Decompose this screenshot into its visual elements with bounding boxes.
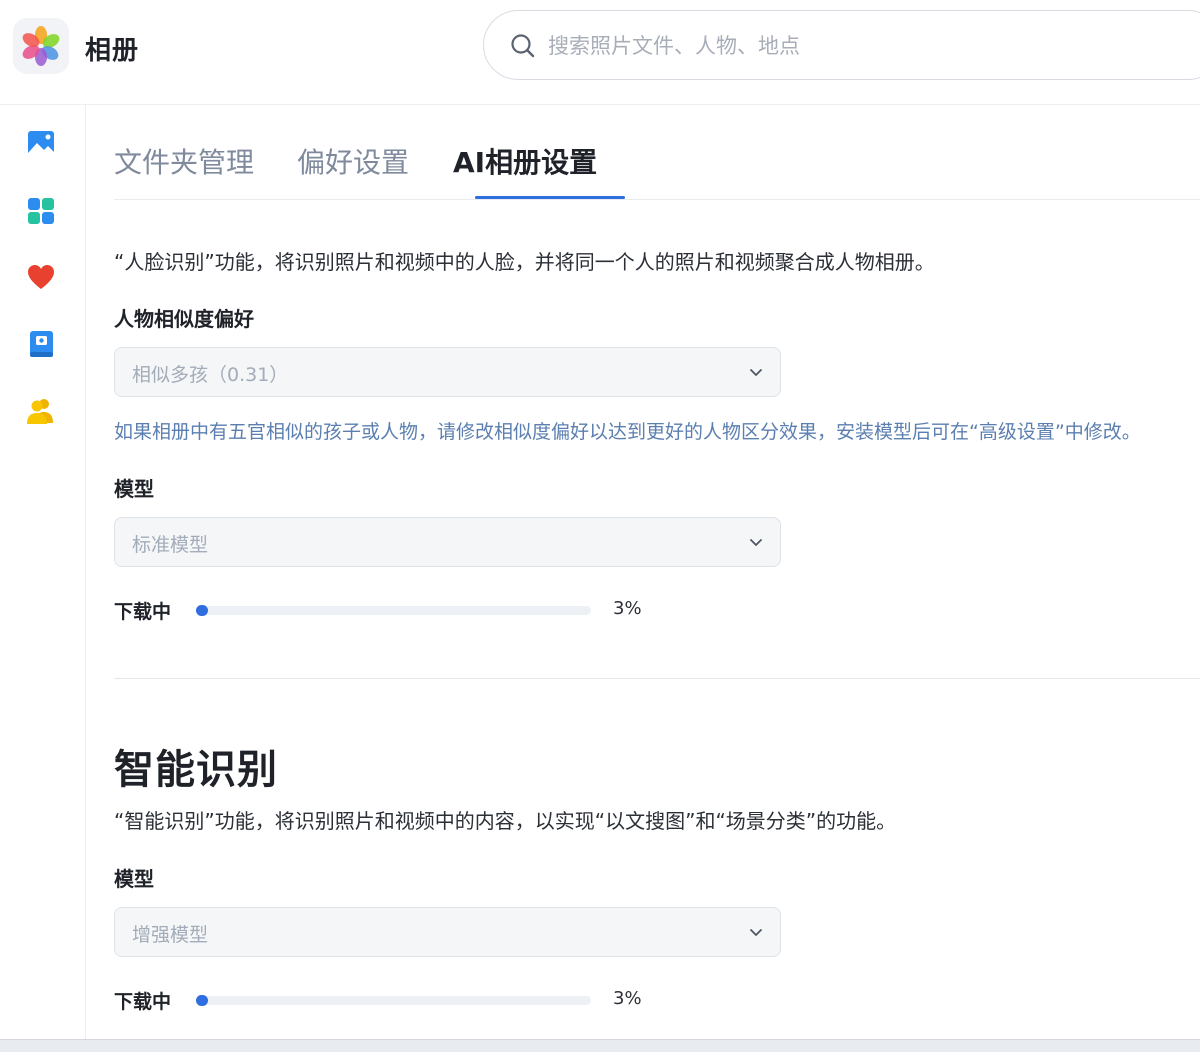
smart-recognition-title: 智能识别 bbox=[114, 747, 278, 793]
sidebar-item-people[interactable] bbox=[24, 394, 58, 428]
sidebar bbox=[0, 105, 86, 1039]
heart-icon bbox=[28, 265, 54, 289]
sidebar-item-albums[interactable] bbox=[24, 194, 58, 228]
download-percent: 3% bbox=[613, 988, 642, 1009]
download-status-label: 下载中 bbox=[114, 601, 172, 623]
tab-folder-management[interactable]: 文件夹管理 bbox=[114, 141, 254, 181]
photo-icon bbox=[28, 131, 54, 157]
search-input[interactable] bbox=[546, 25, 1150, 67]
app-title: 相册 bbox=[85, 36, 140, 66]
flower-logo-icon bbox=[22, 26, 60, 66]
progress-track bbox=[196, 995, 591, 1006]
smart-model-download-progress: 下载中 3% bbox=[114, 985, 674, 1015]
face-model-label: 模型 bbox=[114, 477, 154, 501]
smart-model-select-value: 增强模型 bbox=[132, 924, 209, 946]
smart-model-label: 模型 bbox=[114, 867, 154, 891]
similarity-select-value: 相似多孩（0.31） bbox=[132, 364, 289, 386]
chevron-down-icon bbox=[750, 539, 762, 546]
progress-track bbox=[196, 605, 591, 616]
chevron-down-icon bbox=[750, 369, 762, 376]
active-tab-indicator bbox=[475, 196, 625, 199]
similarity-select[interactable]: 相似多孩（0.31） bbox=[114, 347, 781, 397]
settings-panel: 文件夹管理 偏好设置 AI相册设置 “人脸识别”功能，将识别照片和视频中的人脸，… bbox=[86, 105, 1200, 1039]
sidebar-item-memories[interactable] bbox=[24, 327, 58, 361]
face-recognition-description: “人脸识别”功能，将识别照片和视频中的人脸，并将同一个人的照片和视频聚合成人物相… bbox=[114, 250, 935, 274]
smart-recognition-description: “智能识别”功能，将识别照片和视频中的内容，以实现“以文搜图”和“场景分类”的功… bbox=[114, 809, 897, 833]
tab-bar: 文件夹管理 偏好设置 AI相册设置 bbox=[114, 105, 1200, 200]
face-model-select-value: 标准模型 bbox=[132, 534, 209, 556]
similarity-hint: 如果相册中有五官相似的孩子或人物，请修改相似度偏好以达到更好的人物区分效果，安装… bbox=[114, 421, 1141, 443]
similarity-label: 人物相似度偏好 bbox=[114, 307, 254, 331]
sidebar-item-favorites[interactable] bbox=[24, 260, 58, 294]
download-percent: 3% bbox=[613, 598, 642, 619]
tab-ai-album-settings[interactable]: AI相册设置 bbox=[453, 141, 597, 181]
download-status-label: 下载中 bbox=[114, 991, 172, 1013]
search-bar[interactable] bbox=[483, 10, 1200, 80]
sidebar-item-photos[interactable] bbox=[24, 127, 58, 161]
smart-model-select[interactable]: 增强模型 bbox=[114, 907, 781, 957]
people-icon bbox=[27, 399, 53, 424]
tab-preferences[interactable]: 偏好设置 bbox=[297, 141, 409, 181]
book-icon bbox=[30, 331, 53, 357]
app-logo bbox=[13, 18, 69, 74]
section-divider bbox=[114, 678, 1200, 679]
chevron-down-icon bbox=[750, 929, 762, 936]
app-header: 相册 bbox=[0, 0, 1200, 105]
grid-icon bbox=[28, 198, 54, 224]
search-icon bbox=[511, 34, 535, 58]
window-bottom-edge bbox=[0, 1039, 1200, 1052]
face-model-select[interactable]: 标准模型 bbox=[114, 517, 781, 567]
progress-fill bbox=[196, 605, 208, 616]
face-model-download-progress: 下载中 3% bbox=[114, 595, 674, 625]
progress-fill bbox=[196, 995, 208, 1006]
